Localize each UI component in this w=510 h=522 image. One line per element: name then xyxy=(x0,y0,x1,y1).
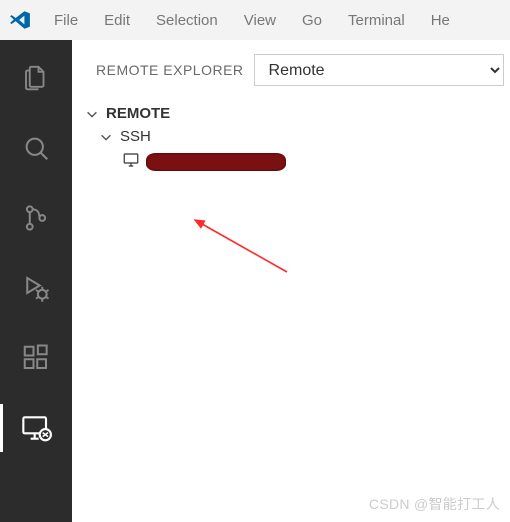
activity-remote-explorer[interactable] xyxy=(0,404,72,452)
menu-view[interactable]: View xyxy=(234,8,286,33)
tree-group-ssh[interactable]: SSH xyxy=(80,125,502,148)
monitor-icon xyxy=(122,151,140,173)
tree-section-remote[interactable]: REMOTE xyxy=(80,102,502,125)
tree-group-ssh-label: SSH xyxy=(120,128,151,145)
remote-type-dropdown[interactable]: Remote xyxy=(254,54,504,86)
activity-source-control[interactable] xyxy=(0,194,72,242)
search-icon xyxy=(21,133,51,163)
remote-tree: REMOTE SSH xyxy=(72,94,510,176)
menu-go[interactable]: Go xyxy=(292,8,332,33)
files-icon xyxy=(21,63,51,93)
activity-extensions[interactable] xyxy=(0,334,72,382)
tree-section-remote-label: REMOTE xyxy=(106,105,170,122)
watermark: CSDN @智能打工人 xyxy=(369,494,500,514)
extensions-icon xyxy=(21,343,51,373)
run-debug-icon xyxy=(21,273,51,303)
menu-help[interactable]: He xyxy=(421,8,460,33)
sidebar-title: REMOTE EXPLORER xyxy=(96,62,244,78)
chevron-down-icon xyxy=(84,106,100,122)
annotation-arrow xyxy=(137,172,297,282)
menu-selection[interactable]: Selection xyxy=(146,8,228,33)
menu-edit[interactable]: Edit xyxy=(94,8,140,33)
activity-search[interactable] xyxy=(0,124,72,172)
sidebar-remote-explorer: REMOTE EXPLORER Remote REMOTE xyxy=(72,40,510,522)
remote-explorer-icon xyxy=(20,412,52,444)
menu-file[interactable]: File xyxy=(44,8,88,33)
menu-terminal[interactable]: Terminal xyxy=(338,8,415,33)
menubar: File Edit Selection View Go Terminal He xyxy=(0,0,510,40)
vscode-logo-icon xyxy=(8,8,32,32)
activity-explorer[interactable] xyxy=(0,54,72,102)
tree-host-item[interactable] xyxy=(80,148,502,176)
source-control-icon xyxy=(21,203,51,233)
activity-bar xyxy=(0,40,72,522)
chevron-down-icon xyxy=(98,129,114,145)
activity-run-debug[interactable] xyxy=(0,264,72,312)
redacted-hostname xyxy=(146,153,286,171)
